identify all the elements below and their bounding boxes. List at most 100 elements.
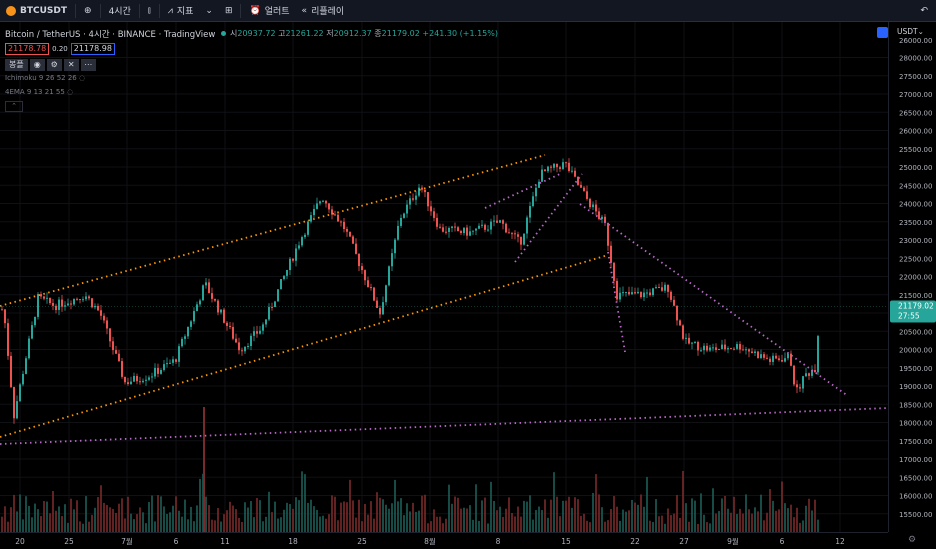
- series-label[interactable]: 봉플: [5, 59, 28, 71]
- volume-bar: [376, 492, 378, 532]
- candle-body: [31, 325, 33, 339]
- time-tick-label: 8: [496, 537, 501, 546]
- sell-button[interactable]: 21178.78: [5, 43, 50, 55]
- candle-body: [733, 348, 735, 350]
- volume-bar: [490, 481, 492, 532]
- volume-bar: [298, 500, 300, 532]
- symbol-search[interactable]: BTCUSDT: [0, 0, 73, 22]
- volume-bar: [373, 518, 375, 532]
- candle-body: [493, 220, 495, 222]
- indicators-button[interactable]: ⩘ 지표: [162, 0, 200, 22]
- volume-bar: [358, 499, 360, 532]
- candle-body: [115, 350, 117, 354]
- alerts-button[interactable]: ⏰ 얼러트: [243, 0, 295, 22]
- undo-button[interactable]: ↶: [914, 0, 936, 22]
- volume-bar: [403, 515, 405, 532]
- candle-body: [184, 336, 186, 339]
- chart-type-button[interactable]: ⫾: [142, 0, 157, 22]
- eye-off-icon[interactable]: ◌: [67, 88, 73, 96]
- price-scale[interactable]: 26000.00 28000.00 27500.00 27000.00 26500.00…: [888, 22, 936, 532]
- collapse-legend-button[interactable]: ⌃: [5, 101, 23, 112]
- time-tick-label: 25: [64, 537, 74, 546]
- volume-bar: [229, 501, 231, 532]
- candle-body: [400, 217, 402, 226]
- settings-gear-icon[interactable]: ⚙: [908, 535, 916, 545]
- candle-body: [502, 220, 504, 224]
- candle-body: [787, 353, 789, 359]
- volume-bar: [178, 510, 180, 532]
- price-chart[interactable]: [0, 22, 888, 532]
- candle-body: [361, 266, 363, 271]
- volume-bar: [49, 513, 51, 532]
- interval-button[interactable]: 4시간: [103, 0, 137, 22]
- candle-body: [682, 325, 684, 339]
- volume-bar: [247, 507, 249, 532]
- templates-button[interactable]: ⊞: [219, 0, 239, 22]
- currency-label[interactable]: USDT⌄: [897, 27, 924, 36]
- candle-body: [130, 381, 132, 385]
- volume-bar: [580, 515, 582, 532]
- time-tick-label: 9월: [727, 536, 739, 546]
- volume-bar: [682, 470, 684, 532]
- volume-bar: [10, 507, 12, 532]
- more-icon[interactable]: ⋯: [80, 59, 96, 71]
- candle-body: [676, 305, 678, 321]
- time-scale[interactable]: 20 25 7월 6 11 18 25 8월 8 15 22 27 9월 6 12: [0, 532, 888, 548]
- candle-body: [196, 304, 198, 312]
- volume-bar: [160, 496, 162, 532]
- candle-body: [475, 228, 477, 231]
- candle-body: [712, 347, 714, 349]
- volume-bar: [88, 521, 90, 532]
- volume-bar: [781, 481, 783, 532]
- buy-button[interactable]: 21178.98: [70, 43, 115, 55]
- candle-body: [697, 341, 699, 351]
- eye-off-icon[interactable]: ◌: [79, 74, 85, 82]
- indicators-dropdown[interactable]: ⌄: [199, 0, 219, 22]
- candle-body: [61, 299, 63, 307]
- candle-body: [580, 184, 582, 188]
- candle-body: [730, 348, 732, 350]
- price-tick-label: 26500.00: [899, 109, 932, 117]
- compare-button[interactable]: ⊕: [78, 0, 98, 22]
- volume-bar: [187, 519, 189, 532]
- candle-body: [304, 234, 306, 238]
- volume-bar: [733, 496, 735, 532]
- volume-bar: [256, 497, 258, 532]
- settings-icon[interactable]: ⚙: [46, 59, 62, 71]
- volume-bar: [34, 503, 36, 532]
- candle-body: [652, 288, 654, 296]
- plus-circle-icon: ⊕: [84, 5, 92, 16]
- ohlc-values: 시20937.72 고21261.22 저20912.37 종21179.02 …: [230, 28, 498, 39]
- indicator-ema[interactable]: 4EMA 9 13 21 55 ◌: [5, 88, 73, 96]
- time-tick-label: 25: [357, 537, 367, 546]
- trendline: [484, 173, 561, 209]
- candle-body: [340, 221, 342, 223]
- volume-bar: [325, 518, 327, 532]
- candle-body: [337, 214, 339, 222]
- replay-button[interactable]: « 리플레이: [296, 0, 351, 22]
- bitcoin-icon: [6, 5, 16, 16]
- chart-pane[interactable]: [0, 22, 888, 532]
- alarm-icon: ⏰: [249, 5, 261, 16]
- volume-bar: [286, 502, 288, 532]
- candle-body: [343, 221, 345, 230]
- candle-body: [814, 370, 816, 373]
- indicator-ichimoku-label: Ichimoku 9 26 52 26: [5, 74, 77, 82]
- candle-body: [550, 166, 552, 168]
- candle-body: [172, 359, 174, 363]
- candle-body: [316, 203, 318, 209]
- close-icon[interactable]: ✕: [63, 59, 79, 71]
- candle-body: [595, 204, 597, 212]
- price-tick-label: 16000.00: [899, 493, 932, 501]
- volume-bar: [667, 508, 669, 532]
- volume-bar: [61, 516, 63, 532]
- candle-body: [211, 293, 213, 299]
- time-tick-label: 11: [220, 537, 230, 546]
- candle-body: [394, 239, 396, 254]
- volume-bar: [565, 500, 567, 532]
- auto-scale-icon[interactable]: [877, 27, 888, 38]
- spread-value: 0.20: [52, 45, 68, 53]
- eye-icon[interactable]: ◉: [29, 59, 45, 71]
- indicator-ichimoku[interactable]: Ichimoku 9 26 52 26 ◌: [5, 74, 85, 82]
- volume-bar: [415, 511, 417, 532]
